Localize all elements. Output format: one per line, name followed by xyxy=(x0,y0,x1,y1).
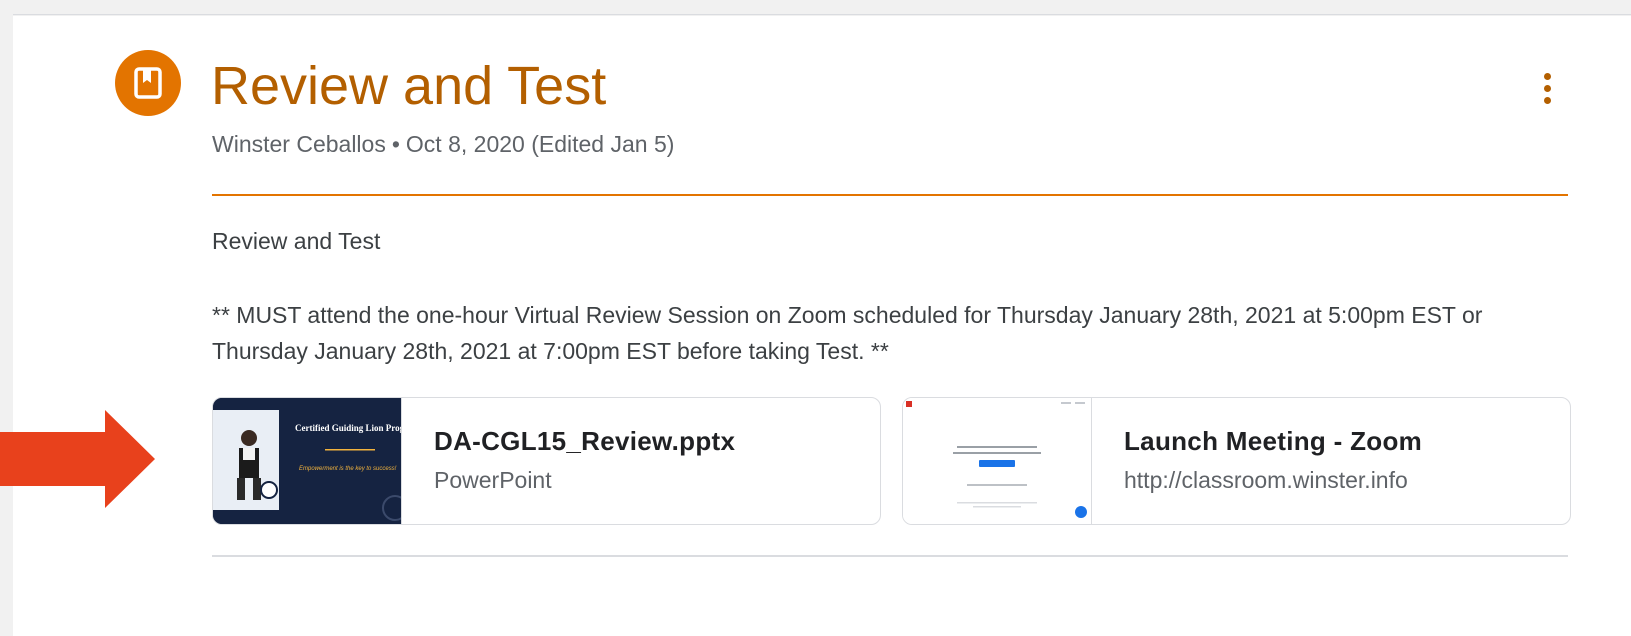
attachment-subtitle: http://classroom.winster.info xyxy=(1124,467,1408,493)
attachment-title: DA-CGL15_Review.pptx xyxy=(434,426,736,456)
slide-thumbnail-icon: Certified Guiding Lion Progr Empowerment… xyxy=(213,398,408,524)
attachment-subtitle: PowerPoint xyxy=(434,467,552,493)
description-line-1: Review and Test xyxy=(212,228,381,254)
ppt-slide-title: Certified Guiding Lion Progr xyxy=(295,423,401,433)
more-vert-icon[interactable] xyxy=(1535,68,1559,108)
section-divider xyxy=(212,555,1568,557)
attachment-link[interactable]: Launch Meeting - Zoom http://classroom.w… xyxy=(902,397,1571,525)
material-bookmark-icon xyxy=(115,50,181,116)
attachment-title: Launch Meeting - Zoom xyxy=(1124,426,1423,456)
description-line-2: ** MUST attend the one-hour Virtual Revi… xyxy=(212,302,1483,364)
attachment-pptx[interactable]: Certified Guiding Lion Progr Empowerment… xyxy=(212,397,881,525)
meta-separator: • xyxy=(391,131,400,157)
right-arrow-icon xyxy=(0,410,160,515)
web-page-thumbnail-icon xyxy=(903,398,1092,524)
post-date: Oct 8, 2020 (Edited Jan 5) xyxy=(405,131,675,157)
ppt-slide-tagline: Empowerment is the key to success! xyxy=(299,466,397,472)
title-divider xyxy=(212,194,1568,196)
author-name: Winster Ceballos xyxy=(212,131,386,157)
top-divider xyxy=(13,14,1631,15)
post-title: Review and Test xyxy=(211,56,607,116)
post-meta: Winster Ceballos • Oct 8, 2020 (Edited Jan… xyxy=(212,131,674,158)
